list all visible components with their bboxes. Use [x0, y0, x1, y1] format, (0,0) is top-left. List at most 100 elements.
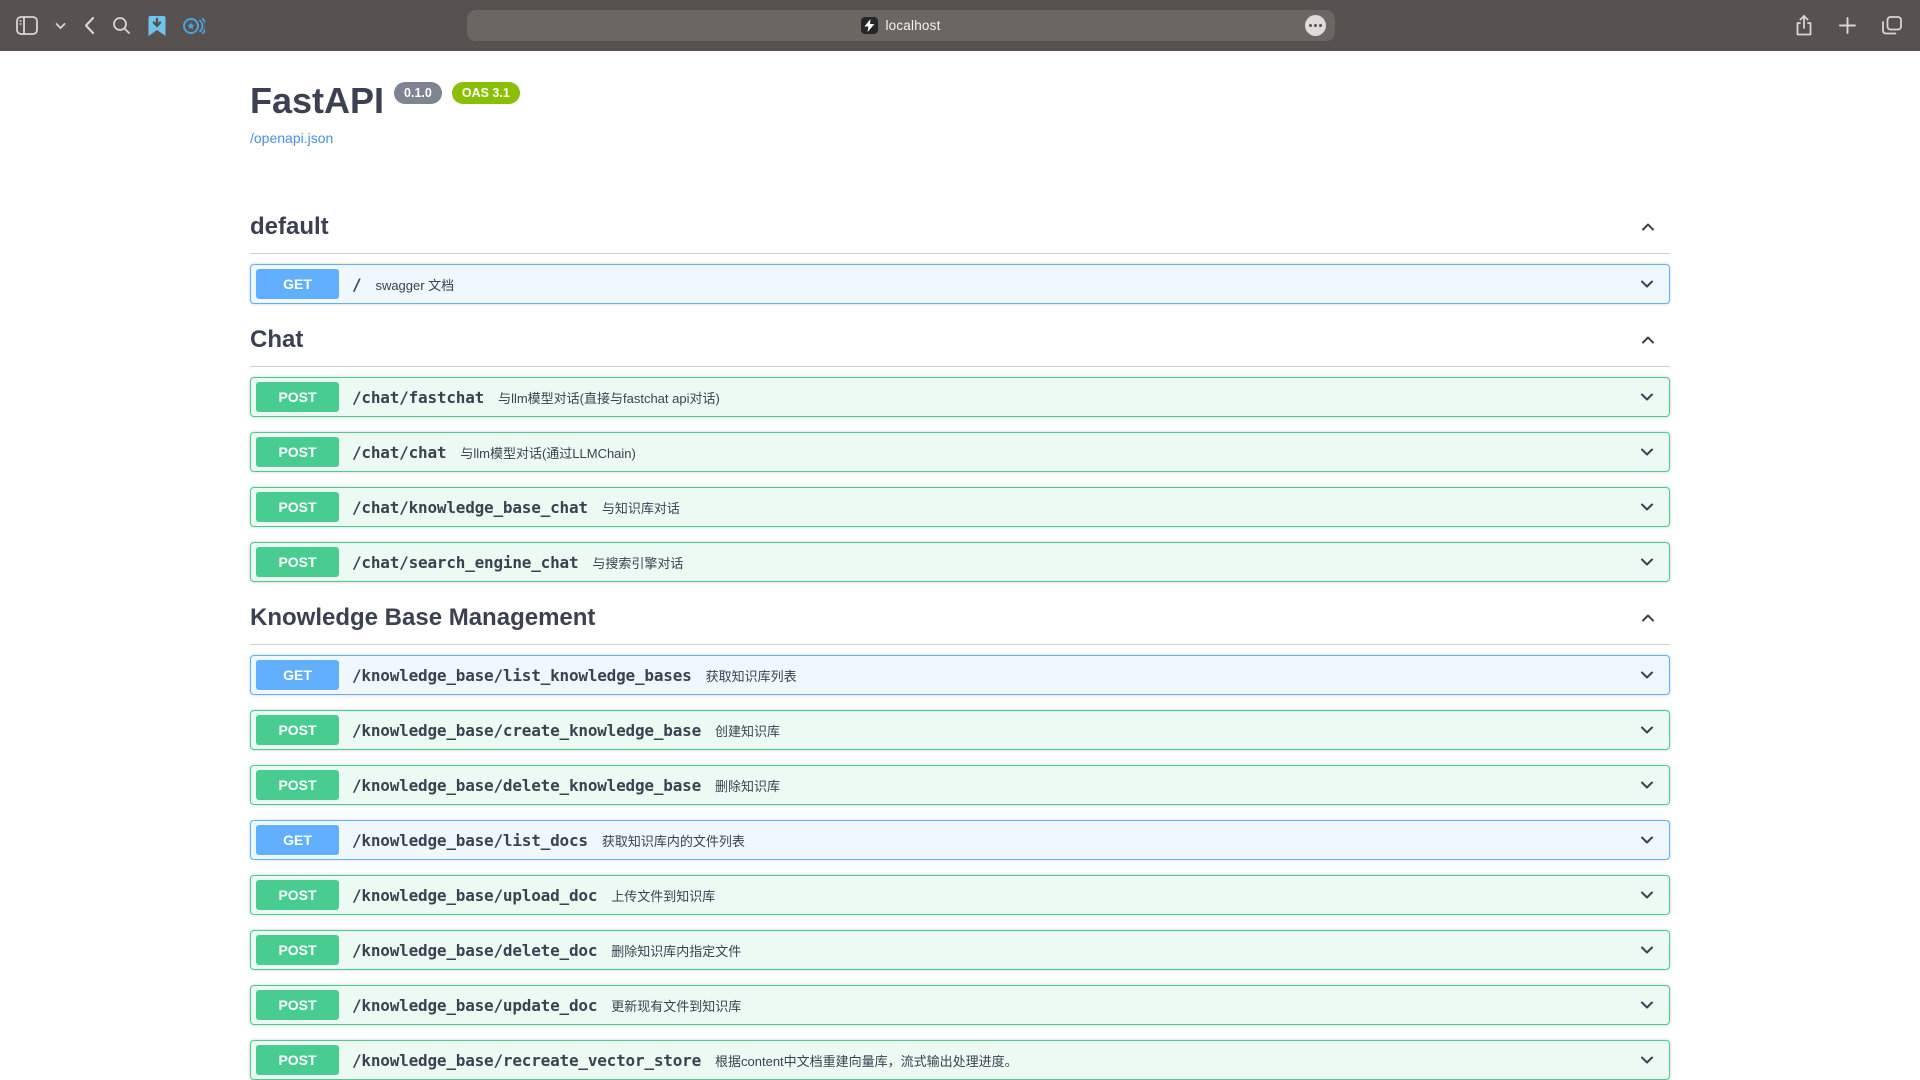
method-badge: POST [256, 880, 339, 910]
method-badge: POST [256, 935, 339, 965]
endpoint-row[interactable]: POST /knowledge_base/delete_knowledge_ba… [250, 765, 1670, 805]
endpoint-path: /knowledge_base/delete_knowledge_base [352, 776, 701, 795]
endpoint-row[interactable]: POST /knowledge_base/update_doc 更新现有文件到知… [250, 985, 1670, 1025]
page-title: FastAPI [250, 81, 384, 121]
section-title: Chat [250, 323, 303, 356]
expand-chevron-down-icon[interactable] [1637, 995, 1657, 1015]
expand-chevron-down-icon[interactable] [1637, 442, 1657, 462]
endpoint-row[interactable]: GET /knowledge_base/list_docs 获取知识库内的文件列… [250, 820, 1670, 860]
bookmark-extension-icon [148, 16, 166, 36]
site-favicon [861, 17, 878, 34]
collapse-chevron-up-icon[interactable] [1638, 330, 1658, 350]
live-extension-icon [183, 16, 205, 36]
endpoint-summary: 获取知识库列表 [706, 666, 797, 685]
browser-toolbar: localhost [0, 0, 1920, 51]
endpoint-path: /knowledge_base/upload_doc [352, 886, 597, 905]
section-title: Knowledge Base Management [250, 601, 595, 634]
url-text: localhost [885, 18, 940, 33]
lightning-bolt-icon [864, 19, 875, 32]
endpoint-summary: 与llm模型对话(直接与fastchat api对话) [498, 388, 720, 407]
search-button[interactable] [110, 14, 133, 37]
endpoint-list: GET / swagger 文档 [250, 254, 1670, 304]
back-button[interactable] [81, 14, 97, 37]
method-badge: GET [256, 660, 339, 690]
page-menu-icon [1309, 24, 1312, 27]
endpoint-row[interactable]: GET / swagger 文档 [250, 264, 1670, 304]
endpoint-path: /chat/fastchat [352, 388, 484, 407]
method-badge: POST [256, 715, 339, 745]
endpoint-summary: 与知识库对话 [602, 498, 680, 517]
endpoint-row[interactable]: POST /chat/chat 与llm模型对话(通过LLMChain) [250, 432, 1670, 472]
endpoint-row[interactable]: POST /knowledge_base/upload_doc 上传文件到知识库 [250, 875, 1670, 915]
toolbar-left-group [14, 0, 207, 51]
address-bar[interactable]: localhost [467, 10, 1335, 41]
sidebar-chevron-button[interactable] [53, 20, 68, 32]
back-arrow-icon [83, 16, 95, 35]
expand-chevron-down-icon[interactable] [1637, 1050, 1657, 1070]
show-tabs-button[interactable] [1880, 14, 1904, 37]
expand-chevron-down-icon[interactable] [1637, 940, 1657, 960]
endpoint-list: GET /knowledge_base/list_knowledge_bases… [250, 645, 1670, 1080]
bookmark-extension-button[interactable] [146, 14, 168, 38]
method-badge: GET [256, 825, 339, 855]
oas-badge: OAS 3.1 [452, 82, 520, 104]
endpoint-path: /knowledge_base/recreate_vector_store [352, 1051, 701, 1070]
endpoint-row[interactable]: GET /knowledge_base/list_knowledge_bases… [250, 655, 1670, 695]
endpoint-row[interactable]: POST /chat/knowledge_base_chat 与知识库对话 [250, 487, 1670, 527]
section-header[interactable]: default [250, 206, 1670, 254]
sidebar-icon [16, 16, 38, 35]
endpoint-path: /knowledge_base/list_knowledge_bases [352, 666, 692, 685]
expand-chevron-down-icon[interactable] [1637, 387, 1657, 407]
openapi-spec-link[interactable]: /openapi.json [250, 130, 333, 146]
method-badge: POST [256, 547, 339, 577]
expand-chevron-down-icon[interactable] [1637, 885, 1657, 905]
method-badge: POST [256, 1045, 339, 1075]
endpoint-summary: 更新现有文件到知识库 [611, 996, 741, 1015]
endpoint-row[interactable]: POST /chat/search_engine_chat 与搜索引擎对话 [250, 542, 1670, 582]
endpoint-summary: 与搜索引擎对话 [592, 553, 683, 572]
endpoint-row[interactable]: POST /chat/fastchat 与llm模型对话(直接与fastchat… [250, 377, 1670, 417]
method-badge: GET [256, 269, 339, 299]
endpoint-summary: 根据content中文档重建向量库，流式输出处理进度。 [715, 1051, 1018, 1070]
api-sections: default GET / swagger 文档 Chat [250, 206, 1670, 1080]
expand-chevron-down-icon[interactable] [1637, 274, 1657, 294]
expand-chevron-down-icon[interactable] [1637, 775, 1657, 795]
expand-chevron-down-icon[interactable] [1637, 830, 1657, 850]
endpoint-summary: 创建知识库 [715, 721, 780, 740]
expand-chevron-down-icon[interactable] [1637, 720, 1657, 740]
section-header[interactable]: Chat [250, 319, 1670, 367]
new-tab-button[interactable] [1837, 15, 1858, 36]
method-badge: POST [256, 382, 339, 412]
endpoint-path: /knowledge_base/delete_doc [352, 941, 597, 960]
section-header[interactable]: Knowledge Base Management [250, 597, 1670, 645]
endpoint-path: / [352, 275, 361, 294]
endpoint-summary: swagger 文档 [375, 275, 454, 294]
expand-chevron-down-icon[interactable] [1637, 552, 1657, 572]
method-badge: POST [256, 437, 339, 467]
sidebar-toggle-button[interactable] [14, 14, 40, 37]
endpoint-path: /chat/search_engine_chat [352, 553, 578, 572]
collapse-chevron-up-icon[interactable] [1638, 608, 1658, 628]
endpoint-summary: 删除知识库内指定文件 [611, 941, 741, 960]
share-button[interactable] [1793, 13, 1815, 38]
collapse-chevron-up-icon[interactable] [1638, 217, 1658, 237]
api-tag-section: default GET / swagger 文档 [250, 206, 1670, 304]
endpoint-path: /knowledge_base/update_doc [352, 996, 597, 1015]
endpoint-summary: 删除知识库 [715, 776, 780, 795]
live-extension-button[interactable] [181, 14, 207, 38]
toolbar-right-group [1793, 0, 1904, 51]
endpoint-path: /knowledge_base/list_docs [352, 831, 588, 850]
endpoint-row[interactable]: POST /knowledge_base/delete_doc 删除知识库内指定… [250, 930, 1670, 970]
endpoint-path: /chat/chat [352, 443, 446, 462]
endpoint-summary: 上传文件到知识库 [611, 886, 715, 905]
method-badge: POST [256, 770, 339, 800]
endpoint-summary: 获取知识库内的文件列表 [602, 831, 745, 850]
expand-chevron-down-icon[interactable] [1637, 665, 1657, 685]
page-menu-button[interactable] [1305, 15, 1326, 36]
version-badge: 0.1.0 [394, 82, 442, 104]
tabs-icon [1882, 16, 1902, 35]
endpoint-row[interactable]: POST /knowledge_base/recreate_vector_sto… [250, 1040, 1670, 1080]
endpoint-list: POST /chat/fastchat 与llm模型对话(直接与fastchat… [250, 367, 1670, 582]
expand-chevron-down-icon[interactable] [1637, 497, 1657, 517]
endpoint-row[interactable]: POST /knowledge_base/create_knowledge_ba… [250, 710, 1670, 750]
